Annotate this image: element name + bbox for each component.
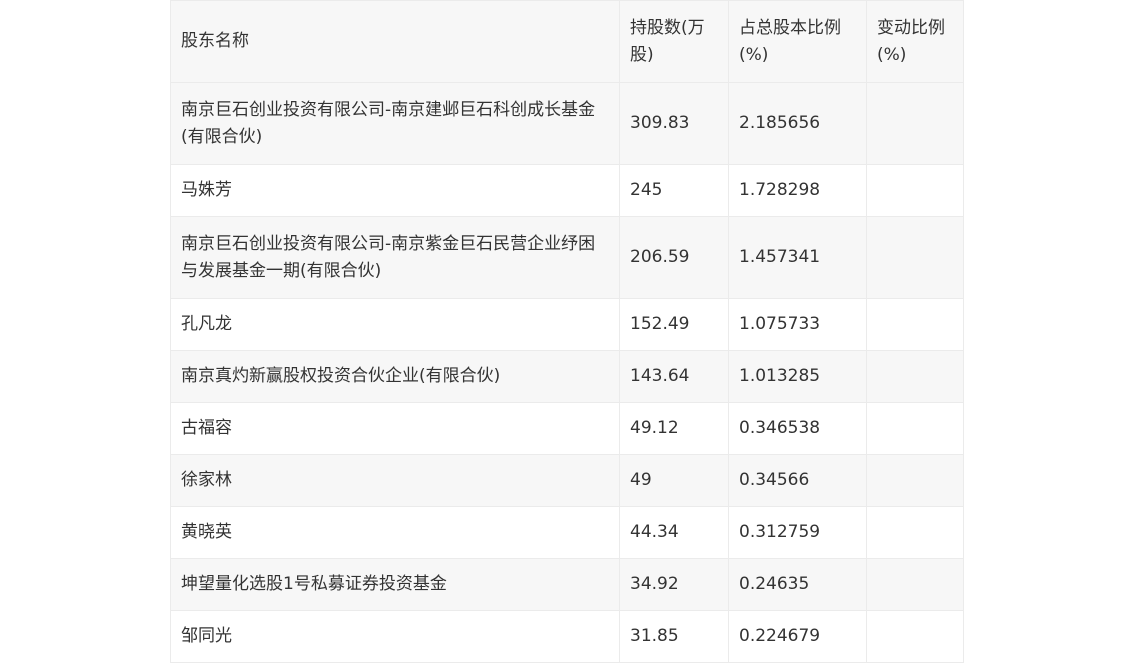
table-body: 南京巨石创业投资有限公司-南京建邺巨石科创成长基金(有限合伙) 309.83 2… (170, 82, 964, 663)
table-row: 马姝芳 245 1.728298 (170, 164, 964, 217)
cell-change-ratio (866, 350, 964, 403)
cell-shares-held: 245 (619, 164, 729, 217)
cell-change-ratio (866, 298, 964, 351)
cell-change-ratio (866, 216, 964, 299)
cell-change-ratio (866, 82, 964, 165)
header-change-ratio: 变动比例(%) (866, 0, 964, 83)
table-row: 南京巨石创业投资有限公司-南京建邺巨石科创成长基金(有限合伙) 309.83 2… (170, 82, 964, 165)
cell-shares-held: 49 (619, 454, 729, 507)
cell-shareholder-name: 马姝芳 (170, 164, 620, 217)
cell-shareholder-name: 南京巨石创业投资有限公司-南京建邺巨石科创成长基金(有限合伙) (170, 82, 620, 165)
cell-share-ratio: 0.34566 (728, 454, 867, 507)
table-row: 孔凡龙 152.49 1.075733 (170, 298, 964, 351)
cell-shareholder-name: 古福容 (170, 402, 620, 455)
cell-shares-held: 49.12 (619, 402, 729, 455)
table-row: 南京真灼新赢股权投资合伙企业(有限合伙) 143.64 1.013285 (170, 350, 964, 403)
cell-share-ratio: 1.013285 (728, 350, 867, 403)
cell-shares-held: 152.49 (619, 298, 729, 351)
cell-shareholder-name: 南京真灼新赢股权投资合伙企业(有限合伙) (170, 350, 620, 403)
cell-share-ratio: 1.457341 (728, 216, 867, 299)
table-row: 坤望量化选股1号私募证券投资基金 34.92 0.24635 (170, 558, 964, 611)
cell-shares-held: 31.85 (619, 610, 729, 663)
table-row: 南京巨石创业投资有限公司-南京紫金巨石民营企业纾困与发展基金一期(有限合伙) 2… (170, 216, 964, 299)
cell-shareholder-name: 徐家林 (170, 454, 620, 507)
cell-change-ratio (866, 454, 964, 507)
table-row: 邹同光 31.85 0.224679 (170, 610, 964, 663)
cell-share-ratio: 0.224679 (728, 610, 867, 663)
table-row: 徐家林 49 0.34566 (170, 454, 964, 507)
table-row: 古福容 49.12 0.346538 (170, 402, 964, 455)
table-row: 黄晓英 44.34 0.312759 (170, 506, 964, 559)
shareholder-table: 股东名称 持股数(万股) 占总股本比例(%) 变动比例(%) 南京巨石创业投资有… (170, 0, 964, 663)
cell-shareholder-name: 南京巨石创业投资有限公司-南京紫金巨石民营企业纾困与发展基金一期(有限合伙) (170, 216, 620, 299)
cell-shares-held: 206.59 (619, 216, 729, 299)
cell-change-ratio (866, 164, 964, 217)
cell-shareholder-name: 坤望量化选股1号私募证券投资基金 (170, 558, 620, 611)
cell-change-ratio (866, 506, 964, 559)
cell-change-ratio (866, 558, 964, 611)
cell-shares-held: 34.92 (619, 558, 729, 611)
cell-shareholder-name: 邹同光 (170, 610, 620, 663)
cell-shareholder-name: 黄晓英 (170, 506, 620, 559)
cell-share-ratio: 0.312759 (728, 506, 867, 559)
shareholder-table-container: 股东名称 持股数(万股) 占总股本比例(%) 变动比例(%) 南京巨石创业投资有… (170, 0, 964, 663)
header-share-ratio: 占总股本比例(%) (728, 0, 867, 83)
cell-shares-held: 44.34 (619, 506, 729, 559)
cell-shares-held: 309.83 (619, 82, 729, 165)
cell-change-ratio (866, 402, 964, 455)
table-header: 股东名称 持股数(万股) 占总股本比例(%) 变动比例(%) (170, 0, 964, 83)
cell-change-ratio (866, 610, 964, 663)
cell-share-ratio: 2.185656 (728, 82, 867, 165)
cell-shares-held: 143.64 (619, 350, 729, 403)
cell-share-ratio: 1.075733 (728, 298, 867, 351)
cell-share-ratio: 0.346538 (728, 402, 867, 455)
header-row: 股东名称 持股数(万股) 占总股本比例(%) 变动比例(%) (170, 0, 964, 83)
cell-share-ratio: 1.728298 (728, 164, 867, 217)
header-shares-held: 持股数(万股) (619, 0, 729, 83)
header-shareholder-name: 股东名称 (170, 0, 620, 83)
cell-share-ratio: 0.24635 (728, 558, 867, 611)
cell-shareholder-name: 孔凡龙 (170, 298, 620, 351)
